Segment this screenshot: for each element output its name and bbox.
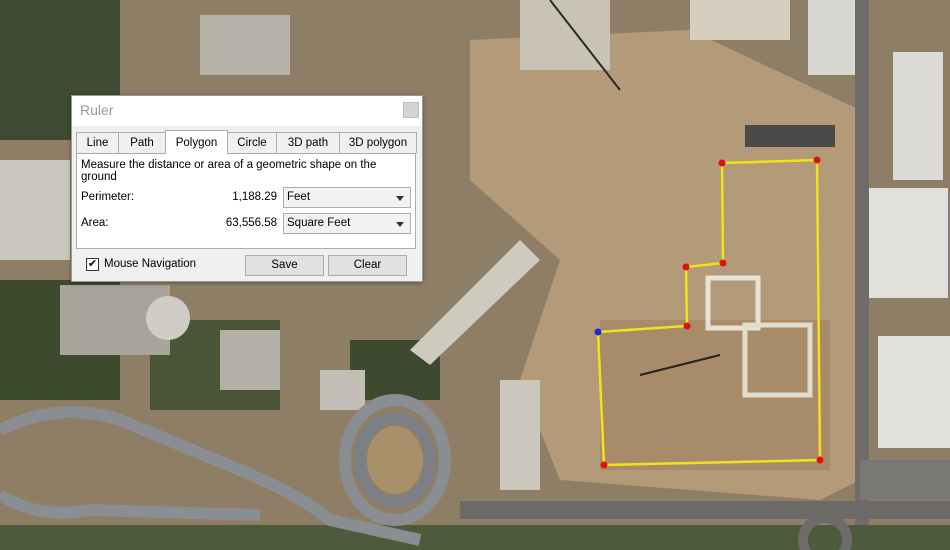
perimeter-unit-select[interactable]: Feet [283, 187, 411, 208]
building-small [320, 370, 365, 410]
tab-circle[interactable]: Circle [227, 132, 277, 153]
chevron-down-icon [396, 196, 404, 201]
tab-3d-path[interactable]: 3D path [276, 132, 340, 153]
clear-button[interactable]: Clear [328, 255, 407, 276]
loop-center [367, 426, 423, 494]
perimeter-label: Perimeter: [81, 191, 135, 203]
tab-polygon[interactable]: Polygon [165, 130, 228, 154]
trailers [745, 125, 835, 147]
save-button[interactable]: Save [245, 255, 324, 276]
area-unit: Square Feet [287, 217, 351, 229]
tab-path[interactable]: Path [118, 132, 166, 153]
area-label: Area: [81, 217, 109, 229]
warehouse-top [808, 0, 858, 75]
checkmark-icon: ✔ [87, 258, 98, 270]
building-west [0, 160, 70, 260]
parking-lot [860, 460, 950, 500]
polygon-vertex[interactable] [683, 322, 691, 330]
polygon-vertex[interactable] [719, 259, 727, 267]
dialog-titlebar[interactable]: Ruler [72, 96, 422, 126]
building-top-left [200, 15, 290, 75]
warehouse-right-1 [893, 52, 943, 180]
warehouse-right-2 [868, 188, 948, 298]
polygon-vertex[interactable] [816, 456, 824, 464]
building-top-right [690, 0, 790, 40]
polygon-vertex[interactable] [600, 461, 608, 469]
mouse-navigation-label: Mouse Navigation [104, 258, 197, 270]
warehouse-right-3 [878, 336, 950, 448]
tab-line[interactable]: Line [76, 132, 119, 153]
ruler-tabs: Line Path Polygon Circle 3D path 3D poly… [76, 130, 420, 154]
area-value: 63,556.58 [225, 217, 277, 229]
polygon-vertex[interactable] [718, 159, 726, 167]
tab-3d-polygon[interactable]: 3D polygon [339, 132, 417, 153]
building-center [220, 330, 280, 390]
dome-building [146, 296, 190, 340]
ruler-dialog: Ruler Line Path Polygon Circle 3D path 3… [71, 95, 423, 282]
building-strip [500, 380, 540, 490]
mouse-navigation-checkbox[interactable]: ✔ [86, 258, 99, 271]
polygon-vertex[interactable] [813, 156, 821, 164]
description-text: Measure the distance or area of a geomet… [81, 159, 377, 183]
polygon-vertex[interactable] [682, 263, 690, 271]
polygon-panel: Measure the distance or area of a geomet… [76, 153, 416, 249]
perimeter-unit: Feet [287, 191, 311, 203]
dialog-title: Ruler [80, 102, 114, 118]
perimeter-value: 1,188.29 [232, 191, 277, 203]
area-unit-select[interactable]: Square Feet [283, 213, 411, 234]
close-button[interactable] [403, 102, 419, 118]
chevron-down-icon [396, 222, 404, 227]
polygon-start-vertex[interactable] [594, 328, 602, 336]
